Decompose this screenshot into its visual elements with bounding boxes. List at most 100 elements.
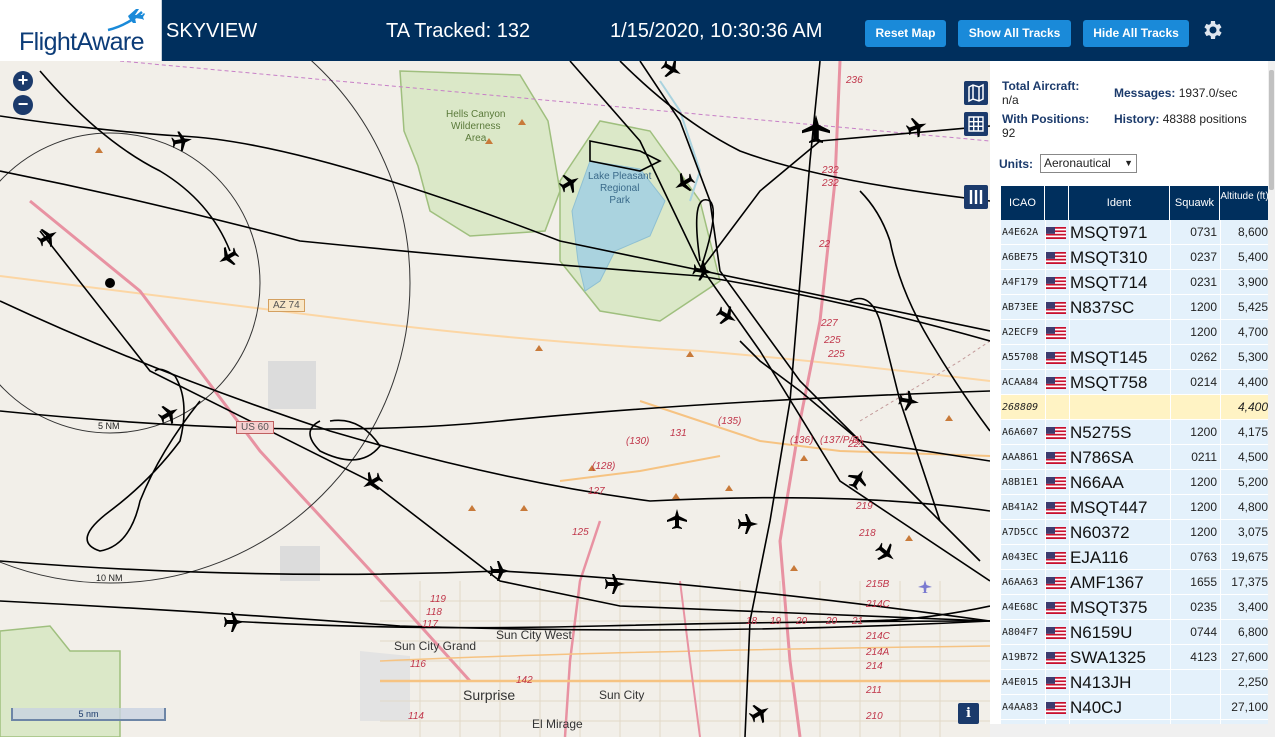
us-flag-icon — [1046, 277, 1066, 289]
col-squawk[interactable]: Squawk — [1170, 186, 1220, 220]
table-row[interactable]: ACAA84 MSQT758 0214 4,400 — [1001, 370, 1269, 395]
icao-cell: 268809 — [1002, 402, 1039, 413]
messages-label: Messages: — [1114, 86, 1176, 100]
table-row[interactable]: A8B1E1 N66AA 1200 5,200 — [1001, 470, 1269, 495]
ident-cell: MSQT375 — [1070, 598, 1148, 617]
squawk-cell: 0211 — [1191, 450, 1217, 464]
reset-map-button[interactable]: Reset Map — [865, 20, 946, 47]
total-aircraft-value: n/a — [1002, 93, 1019, 107]
table-row[interactable]: A4F179 MSQT714 0231 3,900 — [1001, 270, 1269, 295]
route-number: 127 — [588, 486, 605, 497]
icao-cell: A6AA63 — [1002, 577, 1039, 588]
column-divider — [1069, 570, 1070, 595]
route-number: 117 — [422, 619, 438, 630]
dropdown-arrow-icon: ▼ — [1124, 158, 1133, 168]
route-number: (136) — [790, 435, 814, 446]
total-aircraft-stat: Total Aircraft: n/a — [1002, 79, 1079, 107]
icao-cell: A6A607 — [1002, 427, 1039, 438]
icao-cell: A7D5CC — [1002, 527, 1039, 538]
zoom-in-button[interactable]: + — [13, 71, 33, 91]
table-row[interactable]: A804F7 N6159U 0744 6,800 — [1001, 620, 1269, 645]
column-divider — [1220, 345, 1221, 370]
table-row[interactable]: 268809 4,400 — [1001, 395, 1269, 420]
table-row[interactable]: A55708 MSQT145 0262 5,300 — [1001, 345, 1269, 370]
map-view[interactable]: Hells Canyon Wilderness Area Lake Pleasa… — [0, 61, 990, 737]
ident-cell: MSQT447 — [1070, 498, 1148, 517]
altitude-cell: 4,700 — [1237, 325, 1268, 339]
grid-toggle-button[interactable] — [964, 112, 988, 136]
arterial-road — [559, 455, 721, 482]
table-row[interactable]: AB41A2 MSQT447 1200 4,800 — [1001, 495, 1269, 520]
column-divider — [1069, 395, 1070, 420]
column-divider — [1170, 595, 1171, 620]
hells-canyon-label: Hells Canyon Wilderness Area — [446, 109, 506, 144]
units-select[interactable]: Aeronautical ▼ — [1040, 154, 1137, 173]
with-positions-value: 92 — [1002, 126, 1016, 140]
table-row[interactable]: AAA861 N786SA 0211 4,500 — [1001, 445, 1269, 470]
ident-cell: N786SA — [1070, 448, 1134, 467]
route-number: 18 — [746, 616, 758, 627]
zoom-out-button[interactable]: − — [13, 95, 33, 115]
col-altitude[interactable]: Altitude (ft) — [1220, 186, 1269, 220]
table-body: A4E62A MSQT971 0731 8,600 A6BE75 MSQT310 0237 5… — [1001, 220, 1269, 737]
altitude-cell: 17,375 — [1231, 575, 1268, 589]
squawk-cell: 0231 — [1190, 275, 1217, 289]
history-value: 48388 positions — [1162, 112, 1247, 126]
altitude-cell: 4,400 — [1237, 400, 1268, 414]
route-number: (128) — [592, 461, 616, 472]
gear-icon[interactable] — [1200, 18, 1224, 42]
table-row[interactable]: A7D5CC N60372 1200 3,075 — [1001, 520, 1269, 545]
col-icao[interactable]: ICAO — [1001, 186, 1045, 220]
altitude-cell: 4,500 — [1237, 450, 1268, 464]
column-divider — [1069, 245, 1070, 270]
table-row[interactable]: AB73EE N837SC 1200 5,425 — [1001, 295, 1269, 320]
show-all-tracks-button[interactable]: Show All Tracks — [958, 20, 1071, 47]
map-canvas[interactable] — [0, 61, 990, 737]
altitude-cell: 4,400 — [1237, 375, 1268, 389]
column-divider — [1045, 645, 1046, 670]
us-flag-icon — [1046, 552, 1066, 564]
column-divider — [1170, 270, 1171, 295]
ident-cell: N66AA — [1070, 473, 1124, 492]
table-row[interactable]: A2ECF9 1200 4,700 — [1001, 320, 1269, 345]
column-divider — [1045, 270, 1046, 295]
col-ident[interactable]: Ident — [1069, 186, 1170, 220]
column-divider — [1170, 670, 1171, 695]
icao-cell: A4E68C — [1002, 602, 1039, 613]
aircraft-panel: Total Aircraft: n/a With Positions: 92 M… — [990, 61, 1275, 737]
column-divider — [1220, 470, 1221, 495]
map-layers-button[interactable] — [964, 81, 988, 105]
route-number: 22 — [819, 239, 831, 250]
table-row[interactable]: A19B72 SWA1325 4123 27,600 — [1001, 645, 1269, 670]
squawk-cell: 0744 — [1190, 625, 1217, 639]
scrollbar-thumb[interactable] — [1269, 70, 1274, 190]
table-row[interactable]: A043EC EJA116 0763 19,675 — [1001, 545, 1269, 570]
flag-cell — [1046, 520, 1068, 545]
column-divider — [1170, 320, 1171, 345]
info-button[interactable]: i — [958, 703, 979, 724]
column-divider — [1170, 295, 1171, 320]
route-number: 214C — [866, 599, 890, 610]
table-row[interactable]: A4E015 N413JH 2,250 — [1001, 670, 1269, 695]
column-divider — [1045, 620, 1046, 645]
table-row[interactable]: A6AA63 AMF1367 1655 17,375 — [1001, 570, 1269, 595]
table-row[interactable]: A6BE75 MSQT310 0237 5,400 — [1001, 245, 1269, 270]
table-row[interactable]: A6A607 N5275S 1200 4,175 — [1001, 420, 1269, 445]
squawk-cell: 1200 — [1190, 475, 1217, 489]
flag-cell — [1046, 320, 1068, 345]
column-divider — [1170, 345, 1171, 370]
flightaware-logo[interactable]: FlightAware — [0, 0, 162, 61]
us-flag-icon — [1046, 302, 1066, 314]
horizontal-scrollbar[interactable] — [990, 724, 1275, 737]
squawk-cell: 1200 — [1190, 425, 1217, 439]
column-divider — [1045, 595, 1046, 620]
flag-cell — [1046, 445, 1068, 470]
table-row[interactable]: A4E68C MSQT375 0235 3,400 — [1001, 595, 1269, 620]
route-number: 214A — [866, 647, 890, 658]
table-row[interactable]: A4E62A MSQT971 0731 8,600 — [1001, 220, 1269, 245]
altitude-cell: 8,600 — [1237, 225, 1268, 239]
column-divider — [1220, 695, 1221, 720]
hide-all-tracks-button[interactable]: Hide All Tracks — [1083, 20, 1189, 47]
table-row[interactable]: A4AA83 N40CJ 27,100 — [1001, 695, 1269, 720]
columns-toggle-button[interactable] — [964, 185, 988, 209]
